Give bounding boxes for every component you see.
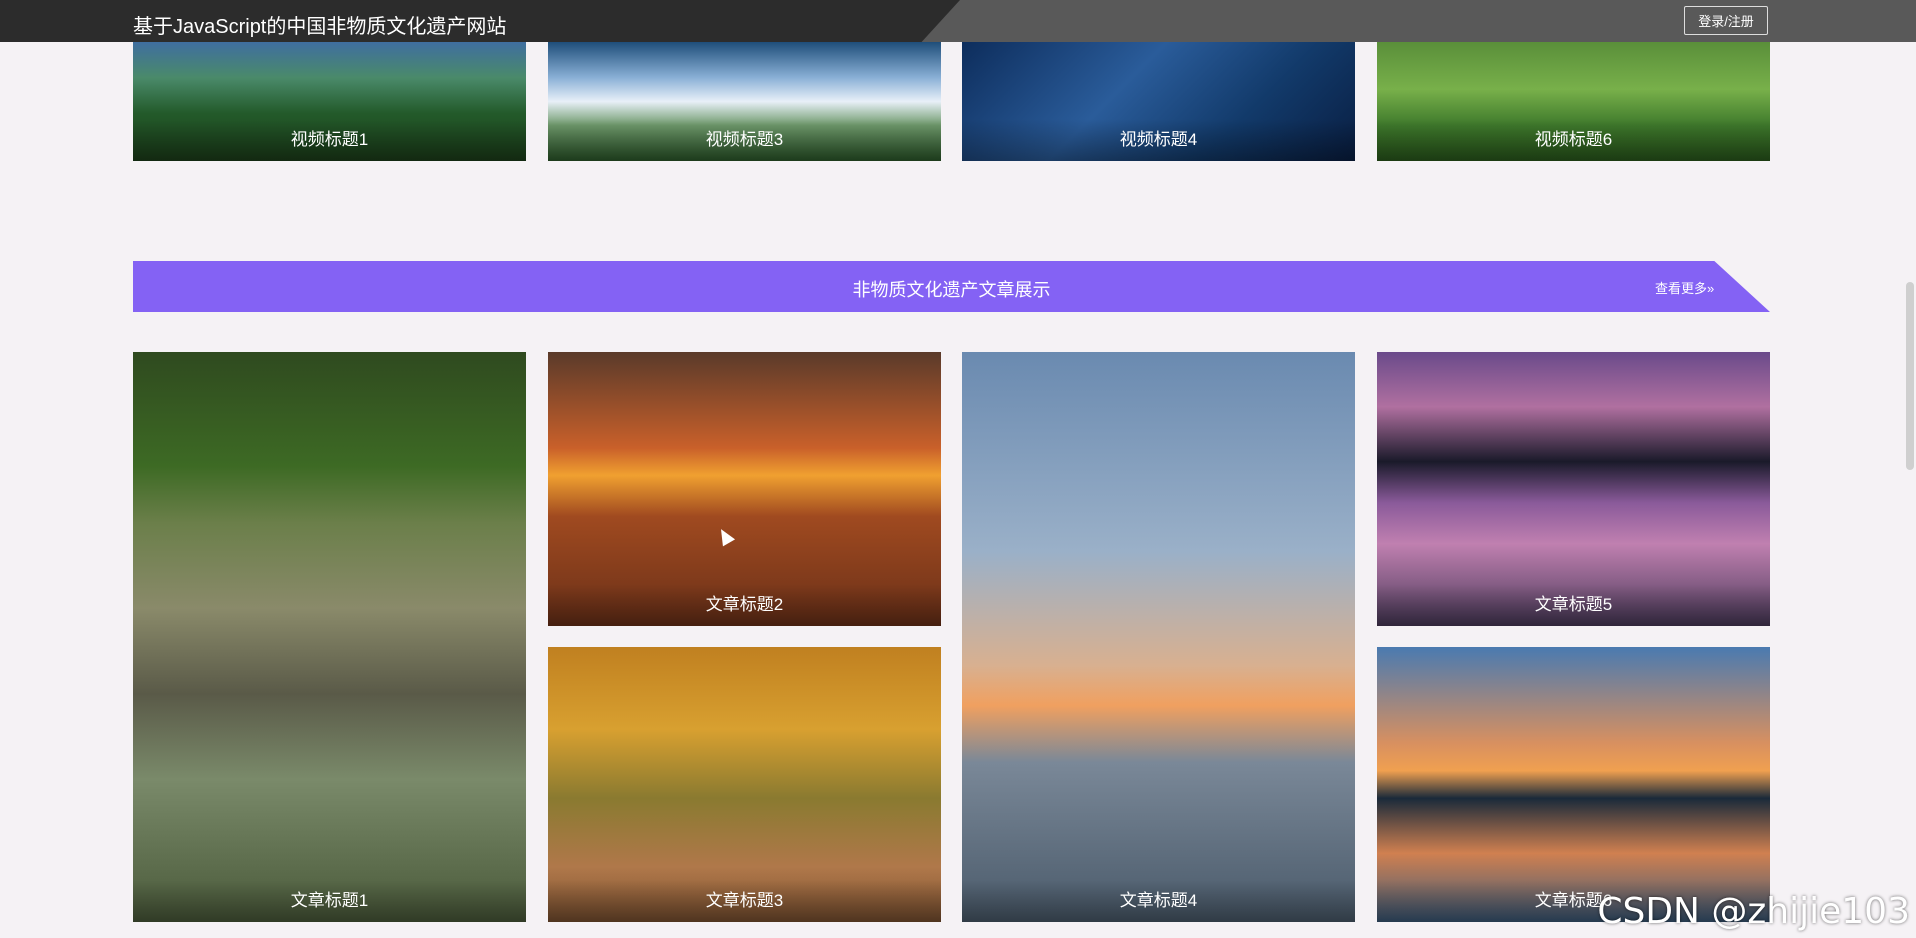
section-title: 非物质文化遗产文章展示 (852, 280, 1051, 300)
video-card-6[interactable]: 视频标题6 (1377, 42, 1770, 161)
article-title: 文章标题2 (548, 584, 941, 626)
article-card-2[interactable]: 文章标题2 (548, 352, 941, 626)
site-title[interactable]: 基于JavaScript的中国非物质文化遗产网站 (133, 10, 506, 39)
view-more-link[interactable]: 查看更多» (1655, 278, 1714, 297)
article-title: 文章标题4 (962, 880, 1355, 922)
article-card-3[interactable]: 文章标题3 (548, 647, 941, 922)
video-card-4[interactable]: 视频标题4 (962, 42, 1355, 161)
watermark: CSDN @zhijie103 (1597, 891, 1910, 932)
article-card-1[interactable]: 文章标题1 (133, 352, 526, 922)
articles-section-banner: 非物质文化遗产文章展示 查看更多» (133, 261, 1770, 312)
video-title: 视频标题4 (962, 119, 1355, 161)
video-title: 视频标题1 (133, 119, 526, 161)
scrollbar[interactable] (1904, 0, 1916, 938)
video-title: 视频标题3 (548, 119, 941, 161)
article-card-6[interactable]: 文章标题6 (1377, 647, 1770, 922)
article-card-5[interactable]: 文章标题5 (1377, 352, 1770, 626)
top-navbar: 基于JavaScript的中国非物质文化遗产网站 登录/注册 (0, 0, 1916, 42)
scrollbar-thumb[interactable] (1906, 282, 1914, 470)
video-title: 视频标题6 (1377, 119, 1770, 161)
video-card-3[interactable]: 视频标题3 (548, 42, 941, 161)
article-title: 文章标题5 (1377, 584, 1770, 626)
article-title: 文章标题3 (548, 880, 941, 922)
article-card-4[interactable]: 文章标题4 (962, 352, 1355, 922)
video-card-1[interactable]: 视频标题1 (133, 42, 526, 161)
article-title: 文章标题1 (133, 880, 526, 922)
login-register-button[interactable]: 登录/注册 (1684, 6, 1768, 35)
